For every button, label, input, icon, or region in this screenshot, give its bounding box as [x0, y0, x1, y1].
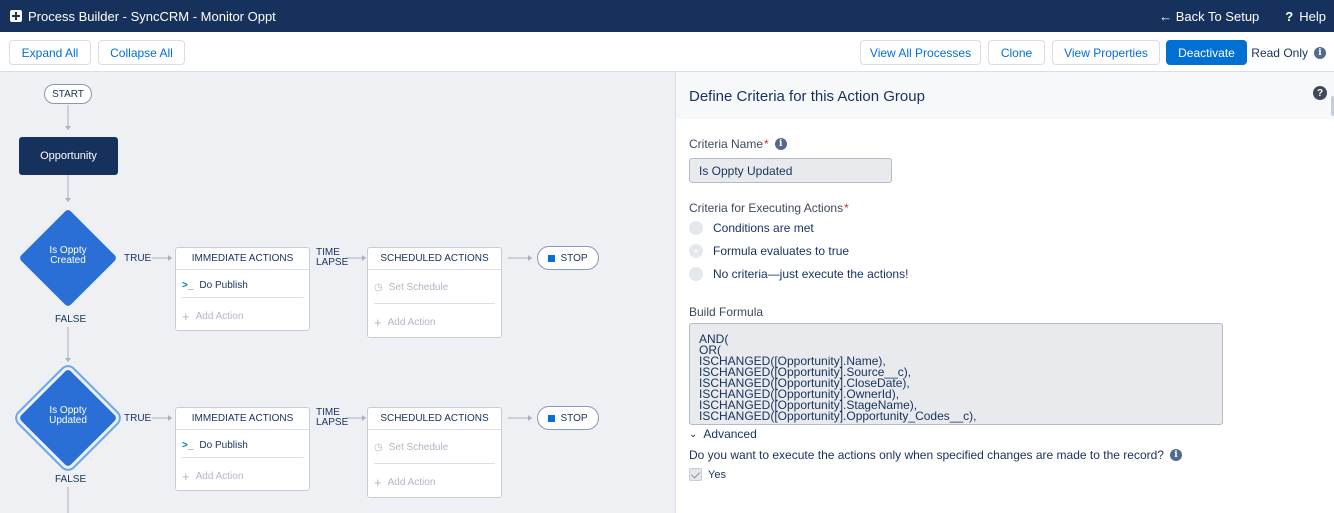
expand-all-button[interactable]: Expand All — [9, 40, 91, 65]
radio-formula-true[interactable]: Formula evaluates to true — [689, 242, 849, 260]
panel-title: Define Criteria for this Action Group — [689, 88, 925, 105]
info-icon[interactable]: i — [1169, 449, 1182, 461]
action-label: Do Publish — [199, 279, 248, 291]
radio-button[interactable] — [689, 221, 703, 235]
criteria-node-selected[interactable]: Is Oppty Updated — [18, 368, 118, 468]
radio-label: No criteria—just execute the actions! — [713, 267, 909, 281]
true-label: TRUE — [124, 253, 152, 264]
info-icon[interactable]: i — [774, 138, 787, 150]
deactivate-button[interactable]: Deactivate — [1166, 40, 1247, 65]
immediate-actions-box: IMMEDIATE ACTIONS >_ Do Publish + Add Ac… — [175, 407, 310, 491]
help-link[interactable]: ? Help — [1285, 9, 1326, 24]
add-action-label: Add Action — [387, 476, 436, 488]
question-mark-icon: ? — [1285, 8, 1294, 24]
toolbar: Expand All Collapse All View All Process… — [0, 32, 1334, 72]
time-lapse-label: TIME LAPSE — [316, 407, 349, 428]
process-canvas[interactable]: START Opportunity Is Oppty Created TRUE … — [0, 72, 675, 513]
criteria-panel: Define Criteria for this Action Group ? … — [675, 72, 1334, 513]
false-label: FALSE — [55, 474, 87, 485]
radio-label: Conditions are met — [713, 221, 814, 235]
stop-label: STOP — [560, 252, 588, 264]
scheduled-actions-header: SCHEDULED ACTIONS — [368, 248, 501, 270]
chevron-down-icon: ⌄ — [689, 428, 698, 440]
advanced-toggle[interactable]: ⌄ Advanced — [689, 427, 757, 441]
yes-checkbox-row[interactable]: Yes — [689, 468, 726, 481]
build-formula-label: Build Formula — [689, 305, 764, 319]
radio-no-criteria[interactable]: No criteria—just execute the actions! — [689, 265, 908, 283]
yes-label: Yes — [708, 468, 726, 481]
clone-button[interactable]: Clone — [988, 40, 1045, 65]
help-icon[interactable]: ? — [1313, 86, 1327, 100]
apex-icon: >_ — [182, 439, 194, 451]
criteria-label: Is Oppty Updated — [49, 405, 87, 426]
add-action-label: Add Action — [387, 316, 436, 328]
set-schedule-label: Set Schedule — [388, 441, 449, 453]
clock-icon: ◷ — [374, 441, 383, 453]
plus-icon: + — [182, 308, 190, 324]
radio-conditions-met[interactable]: Conditions are met — [689, 219, 814, 237]
yes-checkbox[interactable] — [689, 468, 702, 481]
stop-node[interactable]: STOP — [537, 406, 599, 430]
action-label: Do Publish — [199, 439, 248, 451]
add-action-label: Add Action — [195, 310, 244, 322]
immediate-actions-box: IMMEDIATE ACTIONS >_ Do Publish + Add Ac… — [175, 247, 310, 331]
false-label: FALSE — [55, 314, 87, 325]
stop-square-icon — [548, 254, 556, 262]
scheduled-actions-header: SCHEDULED ACTIONS — [368, 408, 501, 430]
clock-icon: ◷ — [374, 281, 383, 293]
true-label: TRUE — [124, 413, 152, 424]
back-to-setup-link[interactable]: ← Back To Setup — [1159, 9, 1259, 24]
set-schedule-label: Set Schedule — [388, 281, 449, 293]
set-schedule-button[interactable]: ◷ Set Schedule — [374, 272, 495, 302]
add-action-button[interactable]: + Add Action — [374, 467, 495, 497]
process-builder-logo-icon — [10, 10, 22, 22]
view-properties-button[interactable]: View Properties — [1052, 40, 1160, 65]
executing-criteria-label: Criteria for Executing Actions * — [689, 201, 849, 215]
immediate-actions-header: IMMEDIATE ACTIONS — [176, 408, 309, 430]
stop-label: STOP — [560, 412, 588, 424]
radio-button-selected[interactable] — [689, 244, 703, 258]
action-item[interactable]: >_ Do Publish — [182, 270, 303, 300]
changes-question: Do you want to execute the actions only … — [689, 448, 1182, 462]
immediate-actions-header: IMMEDIATE ACTIONS — [176, 248, 309, 270]
criteria-node[interactable]: Is Oppty Created — [18, 208, 118, 308]
add-action-button[interactable]: + Add Action — [374, 307, 495, 337]
criteria-name-input[interactable]: Is Oppty Updated — [689, 158, 892, 183]
time-lapse-label: TIME LAPSE — [316, 247, 349, 268]
set-schedule-button[interactable]: ◷ Set Schedule — [374, 432, 495, 462]
criteria-label: Is Oppty Created — [49, 245, 87, 266]
app-header: Process Builder - SyncCRM - Monitor Oppt… — [0, 0, 1334, 32]
collapse-all-button[interactable]: Collapse All — [98, 40, 185, 65]
add-action-button[interactable]: + Add Action — [182, 301, 303, 331]
add-action-label: Add Action — [195, 470, 244, 482]
panel-header: Define Criteria for this Action Group ? — [676, 72, 1334, 119]
plus-icon: + — [374, 314, 382, 330]
object-node[interactable]: Opportunity — [19, 137, 118, 175]
advanced-label: Advanced — [703, 427, 757, 441]
stop-node[interactable]: STOP — [537, 246, 599, 270]
help-label: Help — [1299, 8, 1326, 24]
action-item[interactable]: >_ Do Publish — [182, 430, 303, 460]
radio-label: Formula evaluates to true — [713, 244, 850, 258]
formula-textarea[interactable]: AND( OR( ISCHANGED([Opportunity].Name), … — [689, 323, 1223, 425]
read-only-indicator: Read Only i — [1251, 40, 1326, 65]
radio-button[interactable] — [689, 267, 703, 281]
info-icon[interactable]: i — [1314, 46, 1326, 59]
criteria-name-label: Criteria Name * i — [689, 137, 787, 151]
window-title: Process Builder - SyncCRM - Monitor Oppt — [28, 8, 276, 24]
add-action-button[interactable]: + Add Action — [182, 461, 303, 491]
plus-icon: + — [182, 468, 190, 484]
read-only-label: Read Only — [1251, 45, 1308, 60]
scheduled-actions-box: SCHEDULED ACTIONS ◷ Set Schedule + Add A… — [367, 247, 502, 338]
stop-square-icon — [548, 414, 556, 422]
apex-icon: >_ — [182, 279, 194, 291]
scheduled-actions-box: SCHEDULED ACTIONS ◷ Set Schedule + Add A… — [367, 407, 502, 498]
view-all-processes-button[interactable]: View All Processes — [860, 40, 981, 65]
start-node[interactable]: START — [44, 84, 92, 104]
plus-icon: + — [374, 474, 382, 490]
